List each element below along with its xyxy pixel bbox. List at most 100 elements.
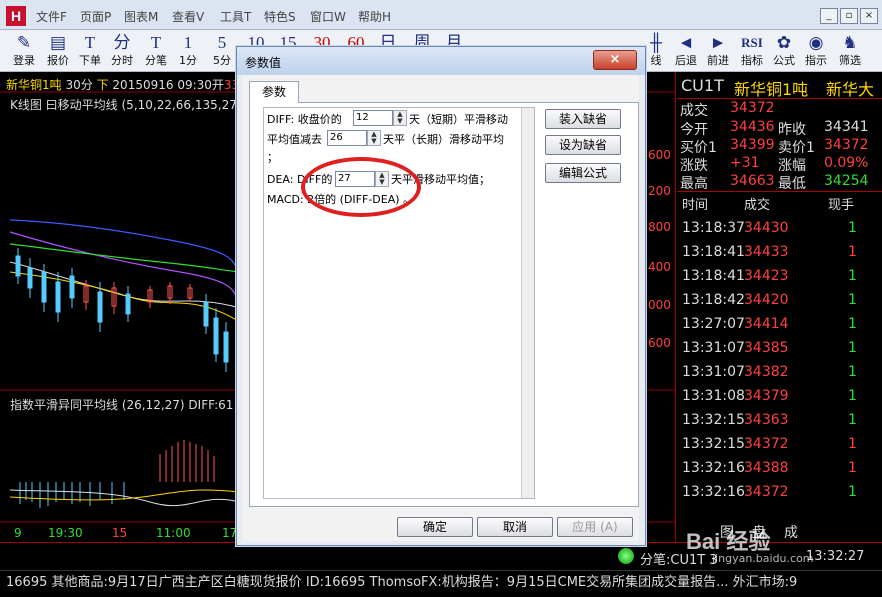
macd-title: 指数平滑异同平均线 (26,12,27) DIFF:61 xyxy=(10,398,234,412)
table-row: 13:32:16 34372 1 xyxy=(682,484,857,500)
label-change: 涨跌 xyxy=(680,158,708,174)
quote-name: 新华铜1吨 xyxy=(734,80,809,99)
menu-window[interactable]: 窗口W xyxy=(310,8,346,25)
back-button[interactable]: ◄ 后退 xyxy=(670,32,702,70)
label-high: 最高 xyxy=(680,176,708,192)
label-prev-close: 昨收 xyxy=(778,122,806,138)
value-change-pct: 0.09% xyxy=(824,155,869,171)
quote-icon: ▤ xyxy=(49,33,67,52)
table-row: 13:32:15 34363 1 xyxy=(682,412,857,428)
back-arrow-icon: ◄ xyxy=(677,33,695,52)
y-axis-label: 000 xyxy=(648,298,671,312)
value-prev-close: 34341 xyxy=(824,119,869,135)
formula-icon: ✿ xyxy=(776,33,792,52)
watermark-url: jingyan.baidu.com xyxy=(712,552,814,565)
forward-arrow-icon: ► xyxy=(709,33,727,52)
param-dialog: 参数值 × 参数 DIFF: 收盘价的 12 ▲ ▼ 天（短期）平滑移动 平均值减… xyxy=(236,46,646,546)
divider xyxy=(677,98,882,99)
cancel-button[interactable]: 取消 xyxy=(477,517,553,537)
dialog-close-button[interactable]: × xyxy=(593,50,637,70)
value-change: +31 xyxy=(730,155,760,171)
pen-icon: ✎ xyxy=(16,33,32,52)
divider xyxy=(677,191,882,192)
order-button[interactable]: T 下单 xyxy=(74,32,106,70)
indicate-button[interactable]: ◉ 指示 xyxy=(800,32,832,70)
load-default-button[interactable]: 装入缺省 xyxy=(545,109,621,129)
app-logo: H xyxy=(6,6,26,26)
formula-scrollbar[interactable] xyxy=(521,108,534,498)
menu-features[interactable]: 特色S xyxy=(264,8,296,25)
time-axis-label: 11:00 xyxy=(156,526,191,540)
y-axis-label: 400 xyxy=(648,260,671,274)
forward-button[interactable]: ► 前进 xyxy=(702,32,734,70)
ok-button[interactable]: 确定 xyxy=(397,517,473,537)
apply-button[interactable]: 应用 (A) xyxy=(557,517,633,537)
chart-symbol-name: 新华铜1吨 xyxy=(6,78,62,92)
timeshare-icon: 分 xyxy=(113,33,131,52)
dialog-title: 参数值 xyxy=(245,56,282,70)
close-app-button[interactable]: × xyxy=(860,8,878,24)
y-axis-label: 800 xyxy=(648,220,671,234)
login-button[interactable]: ✎ 登录 xyxy=(8,32,40,70)
quote-name-tail: 新华大 xyxy=(826,80,875,99)
quote-button[interactable]: ▤ 报价 xyxy=(42,32,74,70)
news-ticker[interactable]: 16695 其他商品:9月17日广西主产区白糖现货报价 ID:16695 Tho… xyxy=(0,570,882,597)
menu-tools[interactable]: 工具T xyxy=(220,8,251,25)
menu-bar: H 文件F 页面P 图表M 查看V 工具T 特色S 窗口W 帮助H _ ▫ × xyxy=(0,0,882,30)
diff-short-input[interactable]: 12 xyxy=(353,110,393,126)
label-open: 今开 xyxy=(680,122,708,138)
table-row: 13:32:16 34388 1 xyxy=(682,460,857,476)
minimize-button[interactable]: _ xyxy=(820,8,838,24)
label-change-pct: 涨幅 xyxy=(778,158,806,174)
menu-chart[interactable]: 图表M xyxy=(124,8,158,25)
set-default-button[interactable]: 设为缺省 xyxy=(545,135,621,155)
filter-button[interactable]: ♞ 筛选 xyxy=(834,32,866,70)
tab-params[interactable]: 参数 xyxy=(249,81,299,103)
value-ask: 34372 xyxy=(824,137,869,153)
time-axis-label: 19:30 xyxy=(48,526,83,540)
timeshare-button[interactable]: 分分时 xyxy=(106,32,138,70)
table-row: 13:18:42 34420 1 xyxy=(682,292,857,308)
trades-header-vol: 现手 xyxy=(828,198,855,213)
y-axis-label: 200 xyxy=(648,184,671,198)
trades-header-price: 成交 xyxy=(744,198,771,213)
restore-button[interactable]: ▫ xyxy=(840,8,858,24)
formula-line-3: ； xyxy=(267,151,278,164)
edit-formula-button[interactable]: 编辑公式 xyxy=(545,163,621,183)
formula-line-2a: 平均值减去 xyxy=(267,133,322,146)
table-row: 13:18:41 34433 1 xyxy=(682,244,857,260)
indicator-button[interactable]: RSI 指标 xyxy=(736,32,768,70)
diff-short-stepper[interactable]: ▲ ▼ xyxy=(393,110,407,126)
table-row: 13:27:07 34414 1 xyxy=(682,316,857,332)
menu-page[interactable]: 页面P xyxy=(80,8,111,25)
diff-long-input[interactable]: 26 xyxy=(327,130,367,146)
y-axis-label: 600 xyxy=(648,336,671,350)
clock: 13:32:27 xyxy=(806,549,865,564)
formula-button[interactable]: ✿ 公式 xyxy=(768,32,800,70)
binoculars-icon: ♞ xyxy=(842,33,858,52)
value-open: 34436 xyxy=(730,119,775,135)
chart-header: 新华铜1吨 30分 下 20150916 09:30开33 xyxy=(6,76,239,93)
indicate-icon: ◉ xyxy=(808,33,824,52)
formula-line-1a: DIFF: 收盘价的 xyxy=(267,113,342,126)
value-bid: 34399 xyxy=(730,137,775,153)
period-1m-button[interactable]: 1 1分 xyxy=(172,32,204,70)
trades-list[interactable]: 13:18:37 34430 1 13:18:41 34433 1 13:18:41 34… xyxy=(680,220,880,510)
value-volume: 34372 xyxy=(730,100,775,116)
kline-title: K线图 曰移动平均线 (5,10,22,66,135,27 xyxy=(10,98,237,112)
menu-view[interactable]: 查看V xyxy=(172,8,204,25)
label-low: 最低 xyxy=(778,176,806,192)
rsi-icon: RSI xyxy=(741,35,763,50)
chart-datetime: 20150916 09:30开 xyxy=(112,78,224,92)
panel-tab-trades[interactable]: 成 xyxy=(784,522,798,542)
label-bid: 买价1 xyxy=(680,140,717,156)
time-axis-label: 15 xyxy=(112,526,128,540)
table-row: 13:18:37 34430 1 xyxy=(682,220,857,236)
menu-file[interactable]: 文件F xyxy=(36,8,67,25)
menu-help[interactable]: 帮助H xyxy=(358,8,391,25)
diff-long-stepper[interactable]: ▲ ▼ xyxy=(367,130,381,146)
dialog-titlebar[interactable] xyxy=(237,47,645,75)
tick-button[interactable]: T 分笔 xyxy=(140,32,172,70)
label-ask: 卖价1 xyxy=(778,140,815,156)
period-5m-button[interactable]: 5 5分 xyxy=(206,32,238,70)
